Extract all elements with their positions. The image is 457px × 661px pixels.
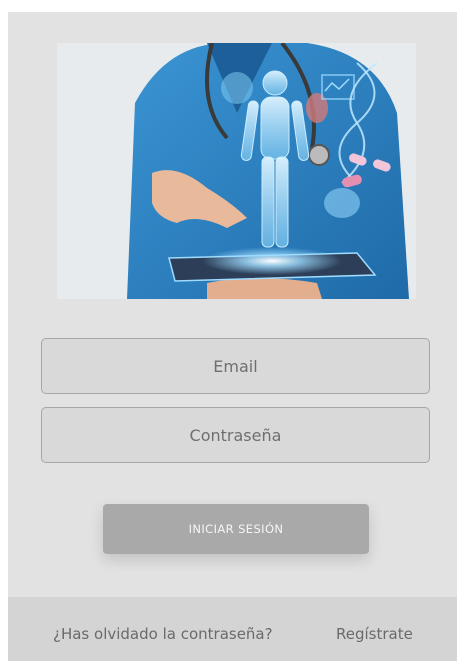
doctor-hologram-illustration: [57, 43, 416, 299]
hero-image: [57, 43, 416, 299]
email-input[interactable]: [41, 338, 430, 394]
password-input[interactable]: [41, 407, 430, 463]
register-link[interactable]: Regístrate: [336, 625, 413, 643]
login-screen: INICIAR SESIÓN ¿Has olvidado la contrase…: [8, 12, 457, 661]
forgot-password-link[interactable]: ¿Has olvidado la contraseña?: [53, 625, 273, 643]
footer-bar: ¿Has olvidado la contraseña? Regístrate: [8, 597, 457, 661]
login-button[interactable]: INICIAR SESIÓN: [103, 504, 369, 554]
